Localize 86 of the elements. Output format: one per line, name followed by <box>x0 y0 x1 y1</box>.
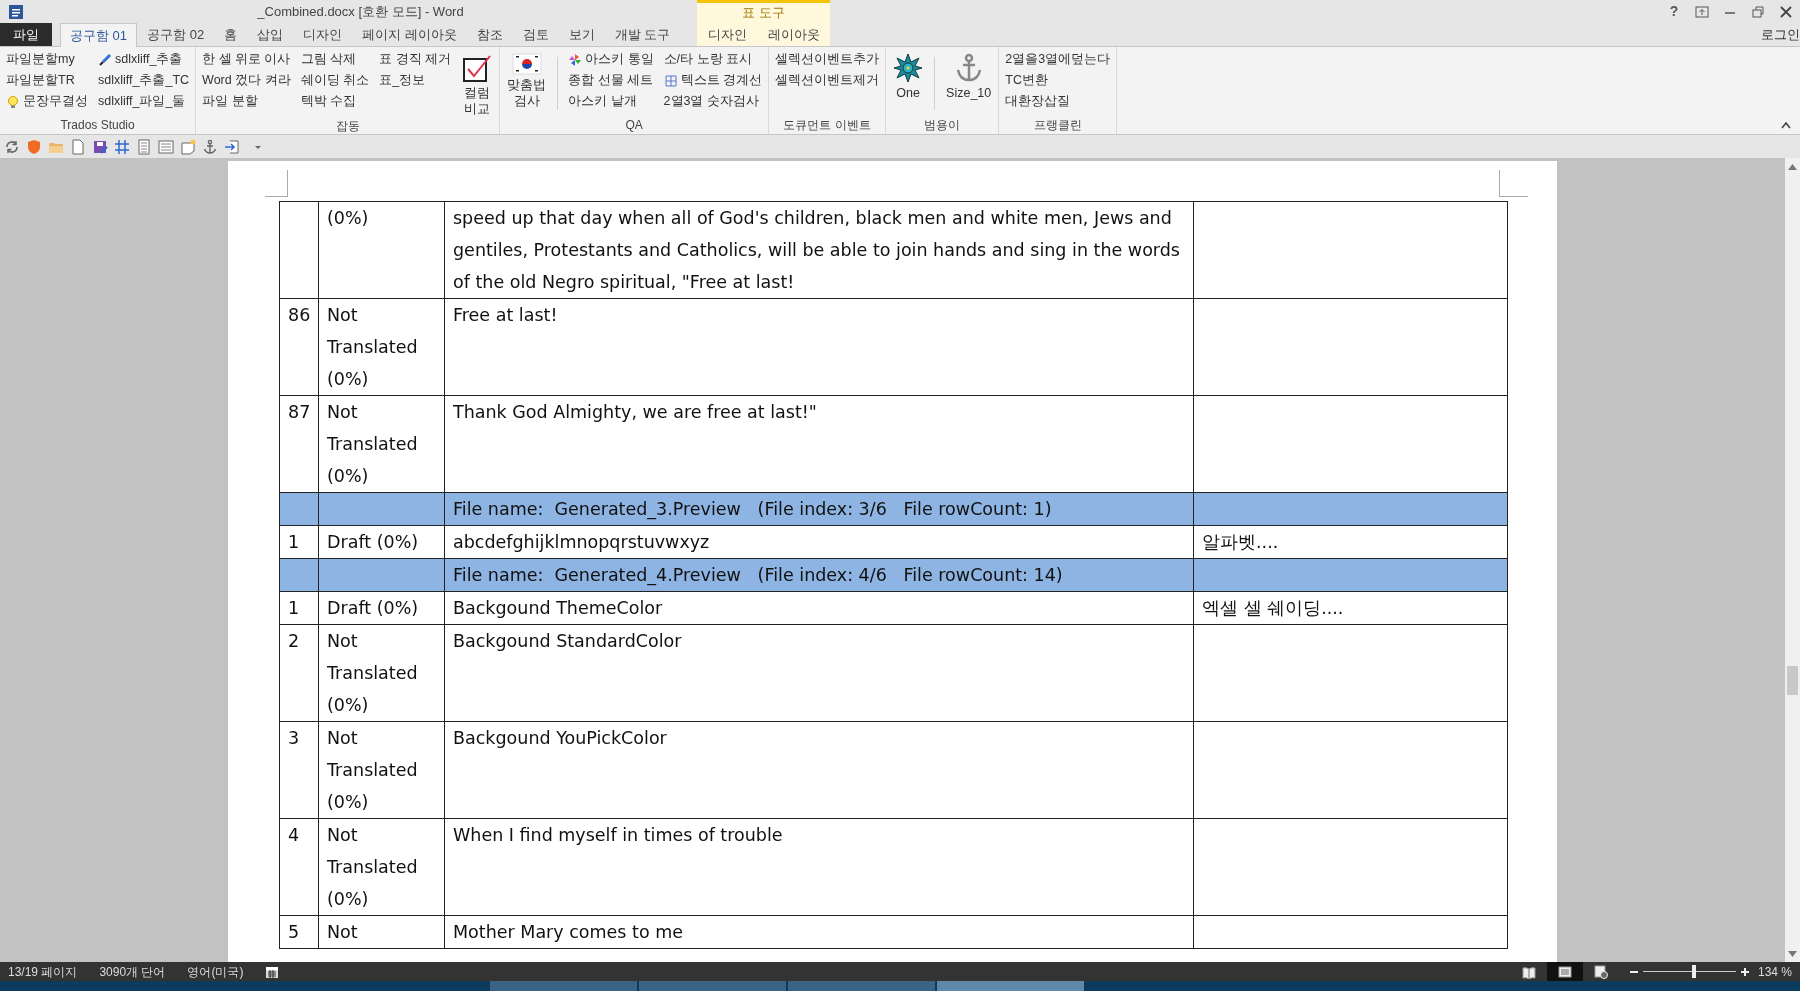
ribbon-button[interactable]: 셀렉션이벤트제거 <box>773 70 882 91</box>
window-title: _Combined.docx [호환 모드] - Word <box>256 2 465 21</box>
ribbon-button[interactable]: 2열을3열에덮는다 <box>1003 49 1113 70</box>
ribbon-tab[interactable]: 개발 도구 <box>604 23 681 46</box>
segment-number: 1 <box>279 525 319 559</box>
source-text: Thank God Almighty, we are free at last!" <box>444 395 1194 493</box>
ribbon-button[interactable]: 셀렉션이벤트추가 <box>773 49 882 70</box>
source-text: When I find myself in times of trouble <box>444 818 1194 916</box>
segment-status: Not <box>318 915 445 949</box>
ribbon-button[interactable]: 컬럼 비교 <box>459 49 496 118</box>
segment-status: Not Translated (0%) <box>318 624 445 722</box>
group-label: 잡동 <box>334 118 361 136</box>
source-text: abcdefghijklmnopqrstuvwxyz <box>444 525 1194 559</box>
ribbon-button[interactable]: 종합 선물 세트 <box>566 70 656 91</box>
ribbon-tab[interactable]: 삽입 <box>247 23 294 46</box>
ribbon-tab[interactable]: 레이아웃 <box>757 23 830 46</box>
ribbon-tab[interactable]: 홈 <box>214 23 248 46</box>
zoom-level[interactable]: 134 % <box>1750 962 1800 981</box>
source-text: Backgound StandardColor <box>444 624 1194 722</box>
ribbon-button[interactable]: 대환장삽질 <box>1003 91 1113 112</box>
segment-status: Draft (0%) <box>318 525 445 559</box>
ribbon-button[interactable]: 소/타 노랑 표시 <box>661 49 765 70</box>
ribbon-button[interactable]: One <box>890 49 927 116</box>
ribbon-button[interactable]: 아스키 통일 <box>566 49 656 70</box>
ribbon-button[interactable]: 문장무결성 <box>4 91 90 112</box>
group-label: QA <box>624 117 644 134</box>
target-text: 알파벳.... <box>1193 525 1508 559</box>
ribbon-button[interactable]: 2열3열 숫자검사 <box>661 91 765 112</box>
ribbon-button[interactable]: Size_10 <box>943 49 995 116</box>
ribbon-tab[interactable]: 보기 <box>558 23 605 46</box>
ribbon-button[interactable]: 파일분할TR <box>4 70 90 91</box>
ribbon-tab[interactable]: 공구함 02 <box>137 23 215 46</box>
context-title: 표 도구 <box>741 4 786 22</box>
language-indicator[interactable]: 영어(미국) <box>187 962 244 981</box>
ribbon-button[interactable]: 그림 삭제 <box>298 49 372 70</box>
ribbon-button[interactable]: 파일분할my <box>4 49 90 70</box>
ribbon-button[interactable]: sdlxliff_파일_둘 <box>96 91 192 112</box>
segment-status: (0%) <box>318 201 445 299</box>
ribbon-button[interactable]: 아스키 낱개 <box>566 91 656 112</box>
ribbon-button[interactable]: 맞춤법 검사 <box>504 49 550 116</box>
segment-number: 86 <box>279 298 319 396</box>
segment-number: 3 <box>279 721 319 819</box>
segment-number: 87 <box>279 395 319 493</box>
account-link[interactable]: 로그인 <box>1761 24 1800 45</box>
group-label: 프랭클린 <box>1032 117 1083 134</box>
ribbon-tab[interactable]: 디자인 <box>697 23 757 46</box>
page-count[interactable]: 13/19 페이지 <box>8 962 78 981</box>
source-text: speed up that day when all of God's children, black men and white men, Jews and gentiles, Protestants and Catholics, will be able to join hands and sing in the words of the old Negro spiritual, "Free at last! <box>444 201 1194 299</box>
word-count[interactable]: 3090개 단어 <box>99 962 166 981</box>
ribbon-button[interactable]: sdlxliff_추출_TC <box>96 70 192 91</box>
ribbon-tab[interactable]: 페이지 레이아웃 <box>352 23 467 46</box>
help-button[interactable]: ? <box>1660 0 1688 23</box>
group-label: 범용이 <box>923 117 962 134</box>
file-header-text: File name: Generated_3.Preview (File index: 3/6 File rowCount: 1) <box>444 492 1194 526</box>
ribbon-button[interactable]: 텍박 수집 <box>298 91 372 112</box>
source-text: Backgound ThemeColor <box>444 591 1194 625</box>
file-header-text: File name: Generated_4.Preview (File index: 4/6 File rowCount: 14) <box>444 558 1194 592</box>
ribbon-button[interactable]: 표 경직 제거 <box>377 49 454 70</box>
ribbon-tab[interactable]: 참조 <box>466 23 513 46</box>
ribbon-tab[interactable]: 공구함 01 <box>60 23 138 47</box>
segment-number: 2 <box>279 624 319 722</box>
segment-status: Not Translated (0%) <box>318 395 445 493</box>
ribbon-tab[interactable]: 검토 <box>512 23 559 46</box>
ribbon-button[interactable]: TC변환 <box>1003 70 1113 91</box>
ribbon-button[interactable]: 한 셀 위로 이사 <box>200 49 293 70</box>
ribbon-button[interactable]: sdlxliff_추출 <box>96 49 192 70</box>
target-text: 엑셀 셀 쉐이딩.... <box>1193 591 1508 625</box>
segment-number: 1 <box>279 591 319 625</box>
ribbon-tab[interactable]: 디자인 <box>293 23 353 46</box>
source-text: Mother Mary comes to me <box>444 915 1194 949</box>
group-label: Trados Studio <box>59 117 136 134</box>
ribbon-button[interactable]: 표_정보 <box>377 70 454 91</box>
segment-status: Not Translated (0%) <box>318 298 445 396</box>
source-text: Free at last! <box>444 298 1194 396</box>
segment-status: Draft (0%) <box>318 591 445 625</box>
ribbon-button[interactable]: Word 껐다 켜라 <box>200 70 293 91</box>
ribbon-button[interactable]: 파일 분할 <box>200 91 293 112</box>
ribbon-button[interactable]: 텍스트 경계선 <box>661 70 765 91</box>
segment-status: Not Translated (0%) <box>318 818 445 916</box>
source-text: Backgound YouPickColor <box>444 721 1194 819</box>
segment-number: 5 <box>279 915 319 949</box>
segment-status: Not Translated (0%) <box>318 721 445 819</box>
file-tab[interactable]: 파일 <box>0 23 52 46</box>
ribbon-button[interactable]: 쉐이딩 취소 <box>298 70 372 91</box>
group-label: 도큐먼트 이벤트 <box>782 117 872 134</box>
segment-number: 4 <box>279 818 319 916</box>
